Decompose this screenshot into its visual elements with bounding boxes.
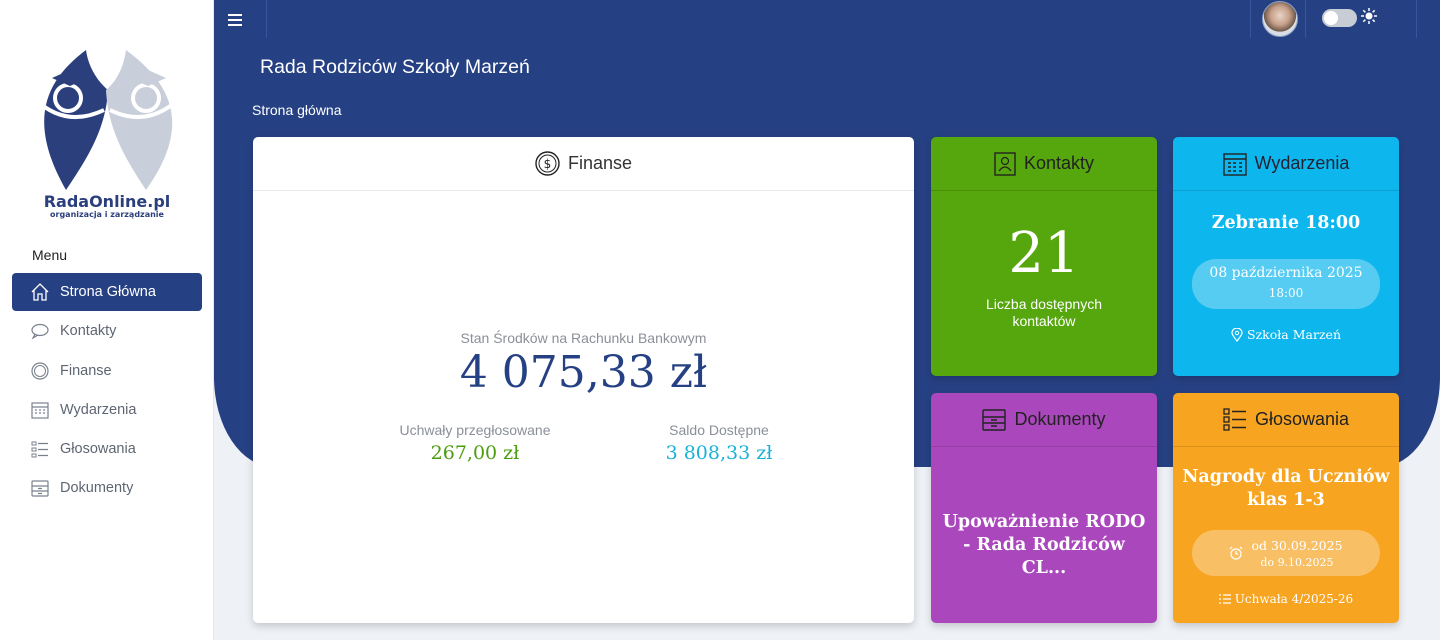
- sidebar-item-votes[interactable]: Głosowania: [12, 430, 202, 468]
- documents-card-header: Dokumenty: [931, 393, 1157, 447]
- available-label: Saldo Dostępne: [669, 422, 769, 438]
- document-name[interactable]: Upoważnienie RODO - Rada Rodziców CL...: [931, 511, 1157, 580]
- chat-icon: [30, 321, 50, 341]
- votes-title: Głosowania: [1254, 409, 1350, 429]
- sidebar-item-label: Strona Główna: [60, 284, 156, 300]
- finance-card[interactable]: $ Finanse Stan Środków na Rachunku Banko…: [253, 137, 914, 623]
- vote-resolution-text: Uchwała 4/2025-26: [1234, 592, 1354, 606]
- sidebar-item-label: Dokumenty: [60, 480, 134, 497]
- documents-title: Dokumenty: [1014, 409, 1106, 429]
- logo-graphic: [34, 50, 180, 190]
- contacts-count: 21: [1008, 221, 1080, 286]
- balance-value: 4 075,33 zł: [459, 347, 708, 398]
- sidebar-item-label: Kontakty: [60, 323, 117, 340]
- checklist-icon: [30, 439, 50, 459]
- hamburger-menu-icon[interactable]: [228, 11, 242, 30]
- menu-title: Menu: [32, 247, 68, 263]
- documents-card[interactable]: Dokumenty Upoważnienie RODO - Rada Rodzi…: [931, 393, 1157, 623]
- sidebar-item-events[interactable]: Wydarzenia: [12, 391, 202, 429]
- checklist-icon: [1223, 407, 1247, 432]
- contacts-card[interactable]: Kontakty 21 Liczba dostępnych kontaktów: [931, 137, 1157, 376]
- vote-name: Nagrody dla Uczniów klas 1-3: [1182, 467, 1390, 510]
- dollar-coin-icon: $: [535, 151, 560, 176]
- contacts-title: Kontakty: [1023, 153, 1095, 173]
- event-location: Szkoła Marzeń: [1173, 327, 1399, 342]
- event-date-pill: 08 października 2025 18:00: [1192, 259, 1380, 309]
- map-pin-icon: [1231, 327, 1243, 342]
- sidebar-menu: Strona Główna Kontakty Finanse Wydarzeni…: [12, 273, 202, 509]
- calendar-icon: [30, 400, 50, 420]
- vote-dates: od 30.09.2025 do 9.10.2025: [1251, 538, 1342, 569]
- alarm-clock-icon: [1229, 546, 1243, 560]
- available-value: 3 808,33 zł: [665, 442, 773, 464]
- theme-toggle[interactable]: [1322, 9, 1357, 27]
- svg-text:$: $: [544, 157, 552, 171]
- voted-label: Uchwały przegłosowane: [399, 422, 551, 438]
- sidebar-item-documents[interactable]: Dokumenty: [12, 469, 202, 507]
- brand-name: RadaOnline.pl: [43, 192, 171, 211]
- brand-tagline: organizacja i zarządzanie: [50, 210, 164, 219]
- voted-summary: Uchwały przegłosowane 267,00 zł: [345, 422, 605, 464]
- votes-card[interactable]: Głosowania Nagrody dla Uczniów klas 1-3 …: [1173, 393, 1399, 623]
- balance-label: Stan Środków na Rachunku Bankowym: [460, 330, 707, 346]
- finance-card-header: $ Finanse: [253, 137, 914, 191]
- sidebar-item-contacts[interactable]: Kontakty: [12, 312, 202, 350]
- page-title: Rada Rodziców Szkoły Marzeń: [260, 56, 530, 78]
- votes-card-header: Głosowania: [1173, 393, 1399, 447]
- finance-title: Finanse: [567, 153, 633, 173]
- contacts-caption: Liczba dostępnych kontaktów: [986, 296, 1102, 329]
- contact-card-icon: [994, 151, 1016, 176]
- vote-dates-pill: od 30.09.2025 do 9.10.2025: [1192, 530, 1380, 576]
- list-icon: [1218, 593, 1231, 605]
- vote-from: od 30.09.2025: [1251, 537, 1343, 553]
- event-date: 08 października 2025: [1209, 265, 1363, 281]
- sidebar-item-home[interactable]: Strona Główna: [12, 273, 202, 311]
- voted-value: 267,00 zł: [430, 442, 520, 464]
- header-divider: [1250, 0, 1251, 38]
- events-title: Wydarzenia: [1254, 153, 1350, 173]
- sun-icon: [1361, 8, 1377, 28]
- brand-logo[interactable]: RadaOnline.pl organizacja i zarządzanie: [26, 50, 188, 222]
- header-divider: [1305, 0, 1306, 38]
- archive-icon: [30, 478, 50, 498]
- sidebar-item-label: Wydarzenia: [60, 401, 137, 418]
- home-icon: [30, 282, 50, 302]
- coin-icon: [30, 361, 50, 381]
- user-avatar[interactable]: [1262, 1, 1298, 37]
- available-summary: Saldo Dostępne 3 808,33 zł: [589, 422, 849, 464]
- events-card-header: Wydarzenia: [1173, 137, 1399, 191]
- vote-resolution: Uchwała 4/2025-26: [1173, 592, 1399, 606]
- event-name: Zebranie 18:00: [1211, 213, 1361, 233]
- header-divider: [266, 0, 267, 38]
- breadcrumb[interactable]: Strona główna: [252, 102, 342, 118]
- archive-icon: [982, 408, 1007, 432]
- sidebar-item-label: Finanse: [60, 362, 112, 379]
- contacts-card-header: Kontakty: [931, 137, 1157, 191]
- sidebar: RadaOnline.pl organizacja i zarządzanie …: [0, 0, 214, 640]
- sidebar-item-label: Głosowania: [60, 441, 136, 458]
- header-divider: [1416, 0, 1417, 38]
- vote-to: do 9.10.2025: [1260, 555, 1334, 569]
- events-card[interactable]: Wydarzenia Zebranie 18:00 08 październik…: [1173, 137, 1399, 376]
- event-time: 18:00: [1268, 286, 1304, 300]
- event-location-text: Szkoła Marzeń: [1247, 327, 1341, 342]
- calendar-icon: [1222, 152, 1247, 176]
- sidebar-item-finance[interactable]: Finanse: [12, 352, 202, 390]
